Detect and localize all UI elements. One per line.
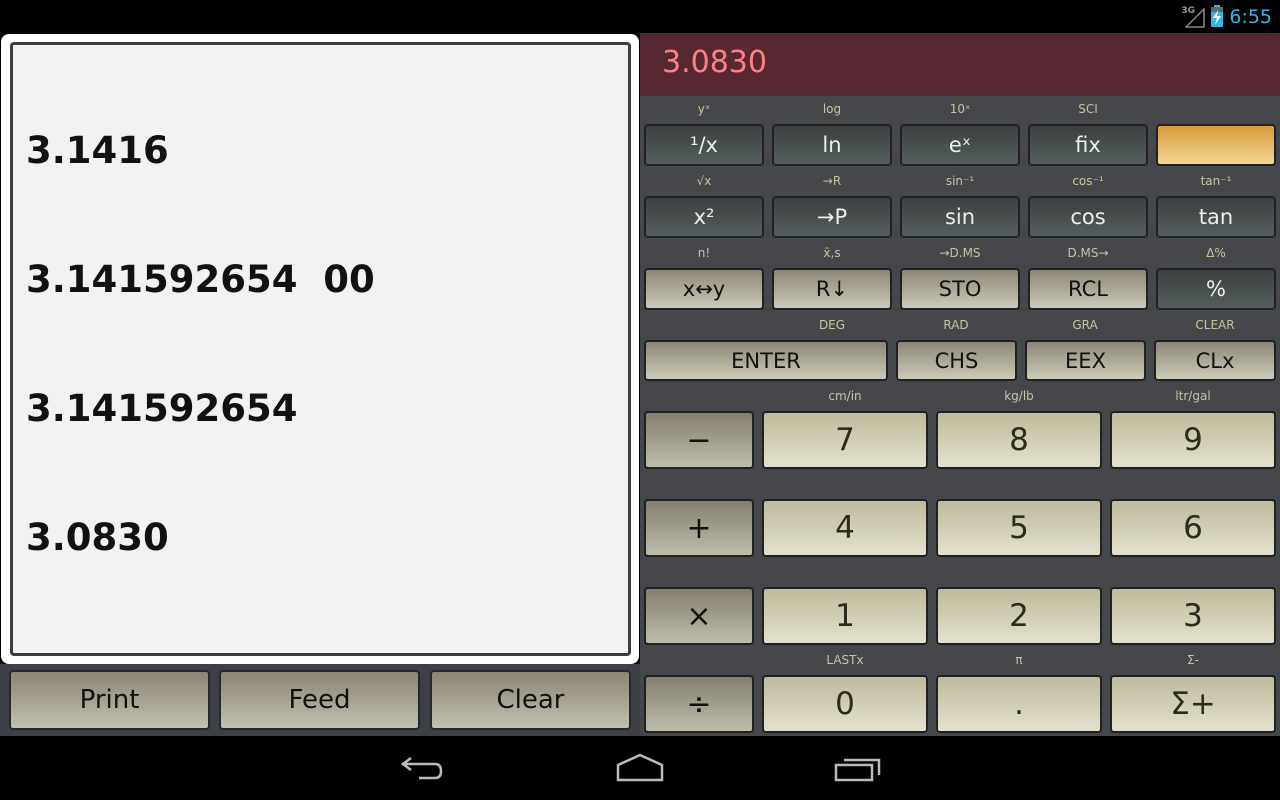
shift-label-to-rect: →R (822, 174, 842, 188)
key-to-polar[interactable]: →P (772, 196, 892, 238)
key-ln[interactable]: ln (772, 124, 892, 166)
clear-tape-button[interactable]: Clear (430, 670, 631, 730)
key-tan[interactable]: tan (1156, 196, 1276, 238)
key-fix[interactable]: fix (1028, 124, 1148, 166)
key-square[interactable]: x² (644, 196, 764, 238)
key-sigma-plus[interactable]: Σ+ (1110, 675, 1276, 733)
back-button[interactable] (393, 748, 453, 788)
tape-line: 3.141592654 00 (26, 258, 375, 301)
display-value: 3.0830 (662, 45, 767, 80)
key-ex[interactable]: eˣ (900, 124, 1020, 166)
printer-panel: 3.1416 3.141592654 00 3.141592654 3.0830 (1, 34, 639, 664)
shift-label-asin: sin⁻¹ (945, 174, 975, 188)
key-percent[interactable]: % (1156, 268, 1276, 310)
key-subtract[interactable]: − (644, 411, 754, 469)
print-button[interactable]: Print (9, 670, 210, 730)
shift-label-delta-percent: Δ% (1206, 246, 1226, 260)
key-3[interactable]: 3 (1110, 587, 1276, 645)
battery-charging-icon (1211, 5, 1224, 27)
key-eex[interactable]: EEX (1025, 340, 1146, 381)
key-chs[interactable]: CHS (896, 340, 1017, 381)
shift-label-from-dms: D.MS→ (1067, 246, 1109, 260)
key-reciprocal[interactable]: ¹/x (644, 124, 764, 166)
key-add[interactable]: + (644, 499, 754, 557)
shift-label-log: log (822, 102, 842, 116)
shift-label-cm-in: cm/in (828, 389, 862, 403)
key-enter[interactable]: ENTER (644, 340, 888, 381)
shift-label-atan: tan⁻¹ (1200, 174, 1232, 188)
shift-label-acos: cos⁻¹ (1072, 174, 1104, 188)
key-5[interactable]: 5 (936, 499, 1102, 557)
shift-label-gra: GRA (1072, 318, 1098, 332)
tape-output: 3.1416 3.141592654 00 3.141592654 3.0830 (26, 45, 375, 645)
key-cos[interactable]: cos (1028, 196, 1148, 238)
shift-label-deg: DEG (818, 318, 846, 332)
key-decimal[interactable]: . (936, 675, 1102, 733)
key-swap-xy[interactable]: x↔y (644, 268, 764, 310)
key-rcl[interactable]: RCL (1028, 268, 1148, 310)
key-2[interactable]: 2 (936, 587, 1102, 645)
key-clx[interactable]: CLx (1154, 340, 1276, 381)
key-4[interactable]: 4 (762, 499, 928, 557)
key-roll-down[interactable]: R↓ (772, 268, 892, 310)
navigation-bar (0, 736, 1280, 800)
recent-apps-icon (834, 758, 881, 782)
home-button[interactable] (610, 748, 670, 788)
key-9[interactable]: 9 (1110, 411, 1276, 469)
tape-line: 3.0830 (26, 516, 169, 559)
signal-3g-icon: 3G (1181, 6, 1206, 28)
key-0[interactable]: 0 (762, 675, 928, 733)
shift-label-ltr-gal: ltr/gal (1175, 389, 1211, 403)
shift-label-kg-lb: kg/lb (1004, 389, 1034, 403)
back-icon (400, 757, 443, 780)
status-bar: 3G 6:55 (0, 0, 1280, 33)
key-shift[interactable] (1156, 124, 1276, 166)
printer-tape[interactable]: 3.1416 3.141592654 00 3.141592654 3.0830 (10, 42, 631, 656)
tape-line: 3.141592654 (26, 387, 298, 430)
key-multiply[interactable]: × (644, 587, 754, 645)
home-icon (616, 753, 664, 782)
shift-label-factorial: n! (697, 246, 711, 260)
shift-label-clear: CLEAR (1195, 318, 1235, 332)
shift-label-rad: RAD (943, 318, 969, 332)
shift-label-sqrt: √x (696, 174, 712, 188)
shift-label-lastx: LASTx (826, 653, 864, 667)
shift-label-sigma-minus: Σ- (1187, 653, 1199, 667)
shift-label-sci: SCI (1078, 102, 1098, 116)
tape-line: 3.1416 (26, 129, 169, 172)
shift-label-yx: yˣ (697, 102, 711, 116)
recent-apps-button[interactable] (828, 748, 888, 788)
key-divide[interactable]: ÷ (644, 675, 754, 733)
feed-button[interactable]: Feed (219, 670, 420, 730)
printer-controls: Print Feed Clear (0, 664, 640, 736)
key-1[interactable]: 1 (762, 587, 928, 645)
shift-label-to-dms: →D.MS (939, 246, 981, 260)
key-8[interactable]: 8 (936, 411, 1102, 469)
key-sto[interactable]: STO (900, 268, 1020, 310)
key-sin[interactable]: sin (900, 196, 1020, 238)
clock: 6:55 (1229, 6, 1272, 28)
calculator: 3.0830 yˣ log 10ˣ SCI ¹/x ln eˣ fix √x →… (640, 33, 1280, 736)
shift-label-pi: π (1015, 653, 1023, 667)
shift-label-10x: 10ˣ (949, 102, 971, 116)
calculator-display: 3.0830 (640, 33, 1280, 96)
key-7[interactable]: 7 (762, 411, 928, 469)
key-6[interactable]: 6 (1110, 499, 1276, 557)
shift-label-mean-sd: x̄,s (823, 246, 841, 260)
